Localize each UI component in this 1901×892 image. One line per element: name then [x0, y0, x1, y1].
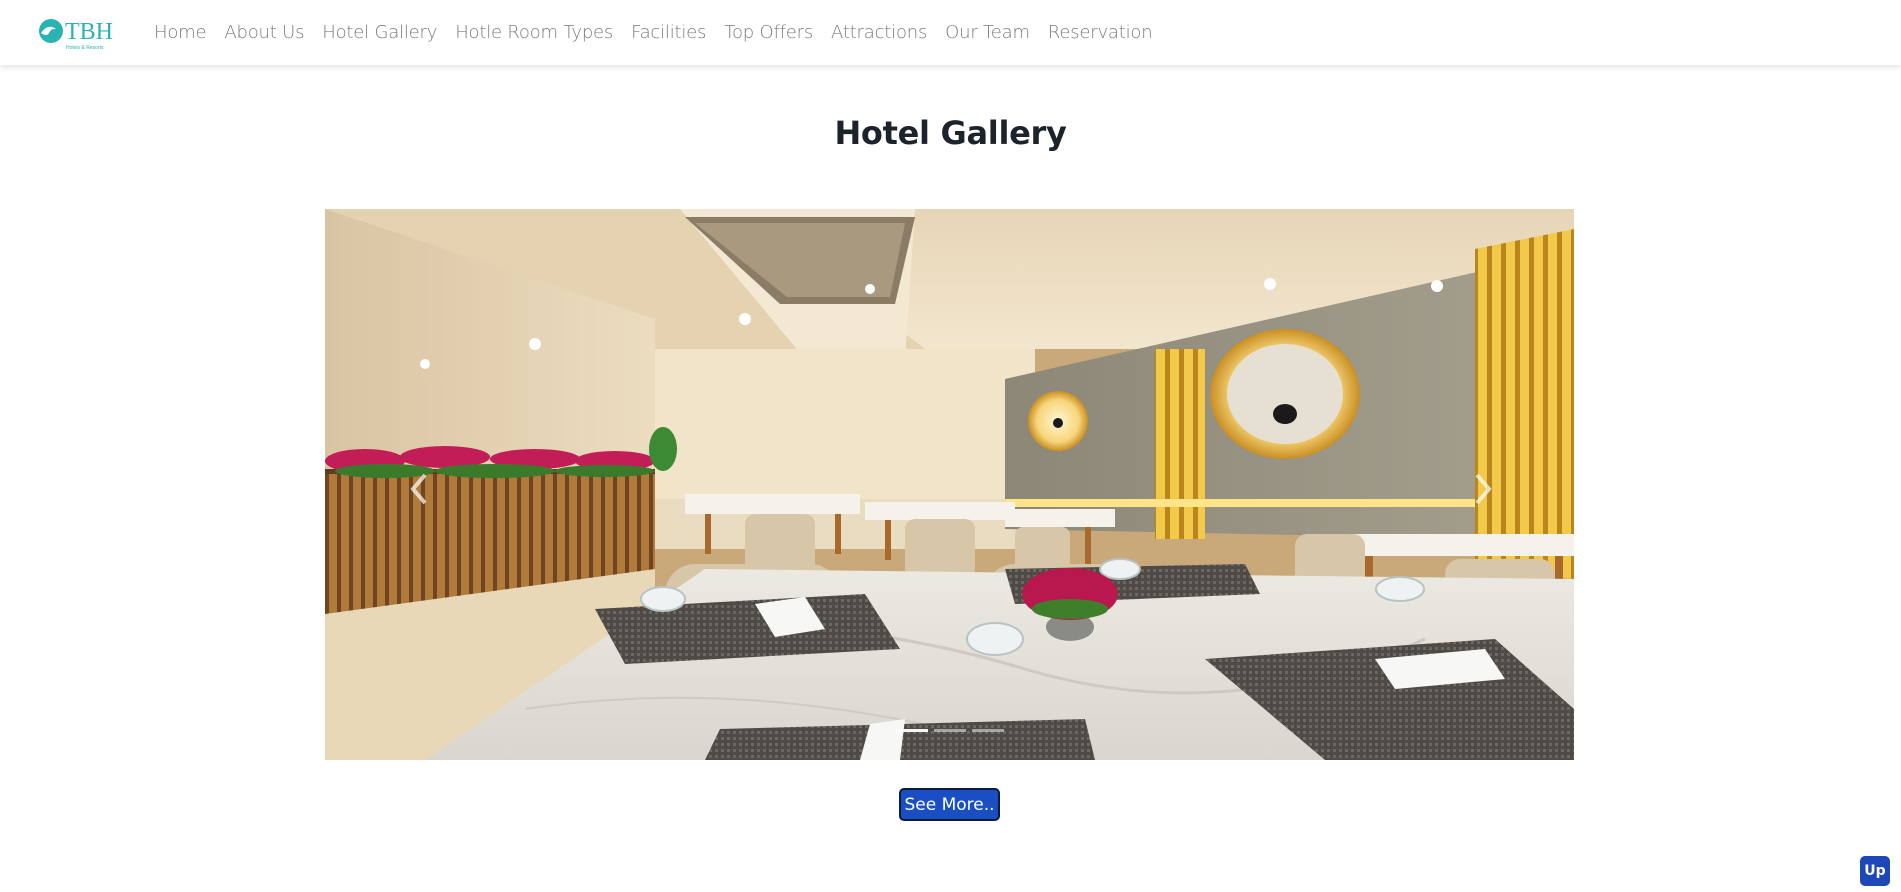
- gallery-carousel: [325, 209, 1574, 760]
- carousel-indicator-1[interactable]: [895, 729, 928, 732]
- nav-item-our-team[interactable]: Our Team: [945, 22, 1030, 43]
- nav-item-top-offers[interactable]: Top Offers: [724, 22, 813, 43]
- carousel-indicator-2[interactable]: [933, 729, 966, 732]
- chevron-right-icon: [1475, 473, 1492, 505]
- gallery-title: Hotel Gallery: [834, 114, 1067, 152]
- carousel-next-button[interactable]: [1463, 469, 1503, 509]
- carousel-slide-image: [325, 209, 1574, 760]
- logo-subtext: Hotels & Resorts: [66, 45, 104, 51]
- nav-item-hotel-gallery[interactable]: Hotel Gallery: [322, 22, 437, 43]
- top-navbar: TBH Hotels & Resorts Home About Us Hotel…: [0, 0, 1901, 65]
- scroll-up-button[interactable]: Up: [1860, 856, 1890, 886]
- nav-item-room-types[interactable]: Hotle Room Types: [455, 22, 613, 43]
- nav-item-attractions[interactable]: Attractions: [831, 22, 927, 43]
- nav-item-reservation[interactable]: Reservation: [1048, 22, 1153, 43]
- see-more-button[interactable]: See More..: [899, 788, 1000, 821]
- carousel-prev-button[interactable]: [399, 469, 439, 509]
- logo-text: TBH: [65, 19, 113, 45]
- nav-item-about-us[interactable]: About Us: [224, 22, 304, 43]
- nav-item-home[interactable]: Home: [154, 22, 207, 43]
- brand-logo[interactable]: TBH Hotels & Resorts: [38, 13, 118, 53]
- carousel-indicator-3[interactable]: [971, 729, 1004, 732]
- carousel-indicators: [325, 729, 1574, 732]
- wave-logo-icon: TBH Hotels & Resorts: [39, 18, 113, 51]
- nav-item-facilities[interactable]: Facilities: [631, 22, 706, 43]
- chevron-left-icon: [410, 473, 427, 505]
- nav-links: Home About Us Hotel Gallery Hotle Room T…: [154, 22, 1170, 43]
